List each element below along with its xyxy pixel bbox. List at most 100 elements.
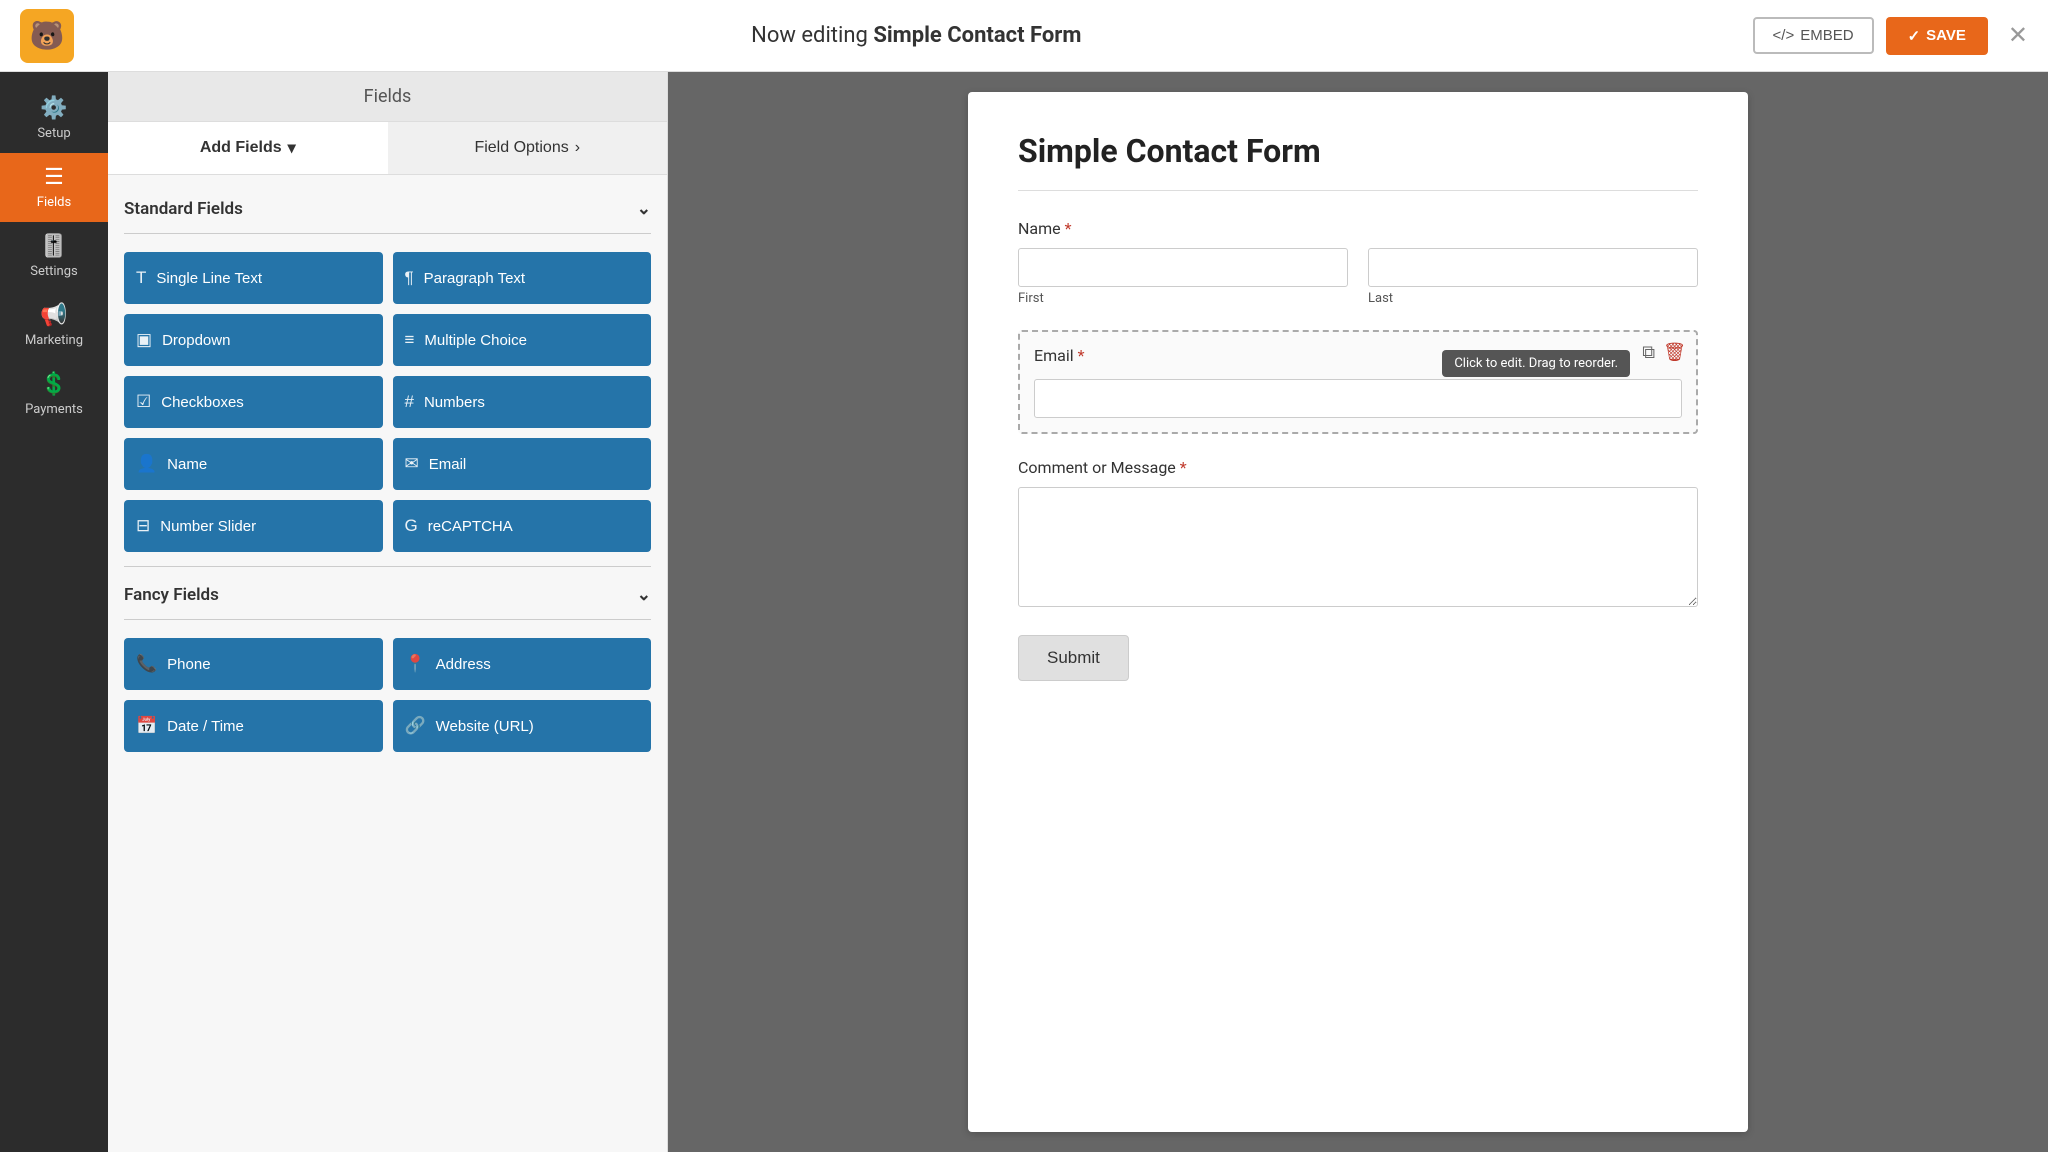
field-btn-paragraph-text[interactable]: ¶ Paragraph Text xyxy=(393,252,652,304)
fields-tabs: Add Fields ▾ Field Options › xyxy=(108,122,667,175)
fancy-divider-top xyxy=(124,566,651,567)
field-btn-phone[interactable]: 📞 Phone xyxy=(124,638,383,690)
name-required-star: * xyxy=(1065,219,1072,238)
marketing-icon: 📢 xyxy=(40,303,67,328)
tab-add-fields[interactable]: Add Fields ▾ xyxy=(108,122,388,174)
single-line-icon: T xyxy=(136,268,146,288)
fancy-divider-bottom xyxy=(124,619,651,620)
form-card: Simple Contact Form Name * First Last xyxy=(968,92,1748,1132)
form-title-divider xyxy=(1018,190,1698,191)
logo: 🐻 xyxy=(20,6,80,66)
editing-title: Now editing Simple Contact Form xyxy=(751,23,1081,48)
collapse-icon: ⌄ xyxy=(637,199,651,219)
sidebar-item-payments[interactable]: 💲 Payments xyxy=(0,360,108,429)
message-field-label: Comment or Message * xyxy=(1018,458,1698,477)
close-button[interactable]: ✕ xyxy=(2008,21,2028,50)
name-field-label: Name * xyxy=(1018,219,1698,238)
field-btn-recaptcha[interactable]: G reCAPTCHA xyxy=(393,500,652,552)
field-btn-website[interactable]: 🔗 Website (URL) xyxy=(393,700,652,752)
sidebar-item-fields[interactable]: ☰ Fields xyxy=(0,153,108,222)
duplicate-button[interactable]: ⧉ xyxy=(1642,342,1655,363)
recaptcha-icon: G xyxy=(405,516,418,536)
embed-icon: </> xyxy=(1773,27,1795,44)
first-name-input[interactable] xyxy=(1018,248,1348,287)
form-field-message: Comment or Message * xyxy=(1018,458,1698,611)
standard-fields-grid: T Single Line Text ¶ Paragraph Text ▣ Dr… xyxy=(124,252,651,552)
fields-panel: Fields Add Fields ▾ Field Options › Stan… xyxy=(108,72,668,1152)
embed-label: EMBED xyxy=(1800,27,1853,44)
field-tooltip: Click to edit. Drag to reorder. xyxy=(1442,350,1630,377)
topbar: 🐻 Now editing Simple Contact Form </> EM… xyxy=(0,0,2048,72)
checkboxes-label: Checkboxes xyxy=(161,394,244,411)
address-icon: 📍 xyxy=(405,654,426,674)
field-btn-multiple-choice[interactable]: ≡ Multiple Choice xyxy=(393,314,652,366)
dropdown-label: Dropdown xyxy=(162,332,230,349)
date-label: Date / Time xyxy=(167,718,244,735)
email-icon: ✉ xyxy=(405,454,419,474)
field-options-label: Field Options xyxy=(474,139,568,157)
last-name-input[interactable] xyxy=(1368,248,1698,287)
phone-icon: 📞 xyxy=(136,654,157,674)
multiple-choice-label: Multiple Choice xyxy=(424,332,527,349)
website-label: Website (URL) xyxy=(436,718,534,735)
submit-button[interactable]: Submit xyxy=(1018,635,1129,681)
fields-scroll[interactable]: Standard Fields ⌄ T Single Line Text ¶ P… xyxy=(108,175,667,1152)
sidebar-item-marketing[interactable]: 📢 Marketing xyxy=(0,291,108,360)
email-field-wrapper[interactable]: Email * Click to edit. Drag to reorder. … xyxy=(1018,330,1698,434)
email-input[interactable] xyxy=(1034,379,1682,418)
email-field-actions: Click to edit. Drag to reorder. ⧉ 🗑 xyxy=(1642,342,1686,363)
website-icon: 🔗 xyxy=(405,716,426,736)
gear-icon: ⚙️ xyxy=(40,96,67,121)
form-title: Simple Contact Form xyxy=(1018,132,1698,170)
fields-panel-header: Fields xyxy=(108,72,667,122)
field-btn-address[interactable]: 📍 Address xyxy=(393,638,652,690)
field-btn-number-slider[interactable]: ⊟ Number Slider xyxy=(124,500,383,552)
dropdown-icon: ▣ xyxy=(136,330,152,350)
form-name: Simple Contact Form xyxy=(873,23,1081,48)
field-btn-name[interactable]: 👤 Name xyxy=(124,438,383,490)
last-name-wrap: Last xyxy=(1368,248,1698,306)
name-label: Name xyxy=(167,456,207,473)
fancy-fields-section: Fancy Fields ⌄ xyxy=(124,585,651,605)
email-label: Email xyxy=(429,456,467,473)
topbar-actions: </> EMBED ✓ SAVE ✕ xyxy=(1753,17,2028,55)
form-field-name: Name * First Last xyxy=(1018,219,1698,306)
multiple-choice-icon: ≡ xyxy=(405,330,415,350)
form-field-email[interactable]: Email * Click to edit. Drag to reorder. … xyxy=(1018,330,1698,434)
standard-fields-label: Standard Fields xyxy=(124,199,243,219)
first-name-sublabel: First xyxy=(1018,291,1348,306)
sidebar-item-setup[interactable]: ⚙️ Setup xyxy=(0,84,108,153)
message-textarea[interactable] xyxy=(1018,487,1698,607)
name-icon: 👤 xyxy=(136,454,157,474)
field-btn-numbers[interactable]: # Numbers xyxy=(393,376,652,428)
address-label: Address xyxy=(436,656,491,673)
field-btn-date-time[interactable]: 📅 Date / Time xyxy=(124,700,383,752)
chevron-down-icon: ▾ xyxy=(288,138,296,158)
last-name-sublabel: Last xyxy=(1368,291,1698,306)
sidebar-item-settings[interactable]: 🎚️ Settings xyxy=(0,222,108,291)
fancy-collapse-icon: ⌄ xyxy=(637,585,651,605)
editing-prefix: Now editing xyxy=(751,23,873,48)
fields-header-label: Fields xyxy=(364,86,412,107)
email-required-star: * xyxy=(1078,346,1085,365)
checkmark-icon: ✓ xyxy=(1908,27,1921,45)
embed-button[interactable]: </> EMBED xyxy=(1753,17,1874,54)
paragraph-label: Paragraph Text xyxy=(424,270,525,287)
add-fields-label: Add Fields xyxy=(200,139,282,157)
sidebar-label-marketing: Marketing xyxy=(25,333,83,348)
tab-field-options[interactable]: Field Options › xyxy=(388,122,668,174)
name-inputs: First Last xyxy=(1018,248,1698,306)
field-btn-email[interactable]: ✉ Email xyxy=(393,438,652,490)
recaptcha-label: reCAPTCHA xyxy=(428,518,513,535)
slider-label: Number Slider xyxy=(160,518,256,535)
phone-label: Phone xyxy=(167,656,210,673)
first-name-wrap: First xyxy=(1018,248,1348,306)
delete-button[interactable]: 🗑 xyxy=(1663,342,1686,363)
save-label: SAVE xyxy=(1926,27,1966,44)
save-button[interactable]: ✓ SAVE xyxy=(1886,17,1988,55)
field-btn-dropdown[interactable]: ▣ Dropdown xyxy=(124,314,383,366)
field-btn-single-line-text[interactable]: T Single Line Text xyxy=(124,252,383,304)
field-btn-checkboxes[interactable]: ☑ Checkboxes xyxy=(124,376,383,428)
form-preview: Simple Contact Form Name * First Last xyxy=(668,72,2048,1152)
numbers-label: Numbers xyxy=(424,394,485,411)
